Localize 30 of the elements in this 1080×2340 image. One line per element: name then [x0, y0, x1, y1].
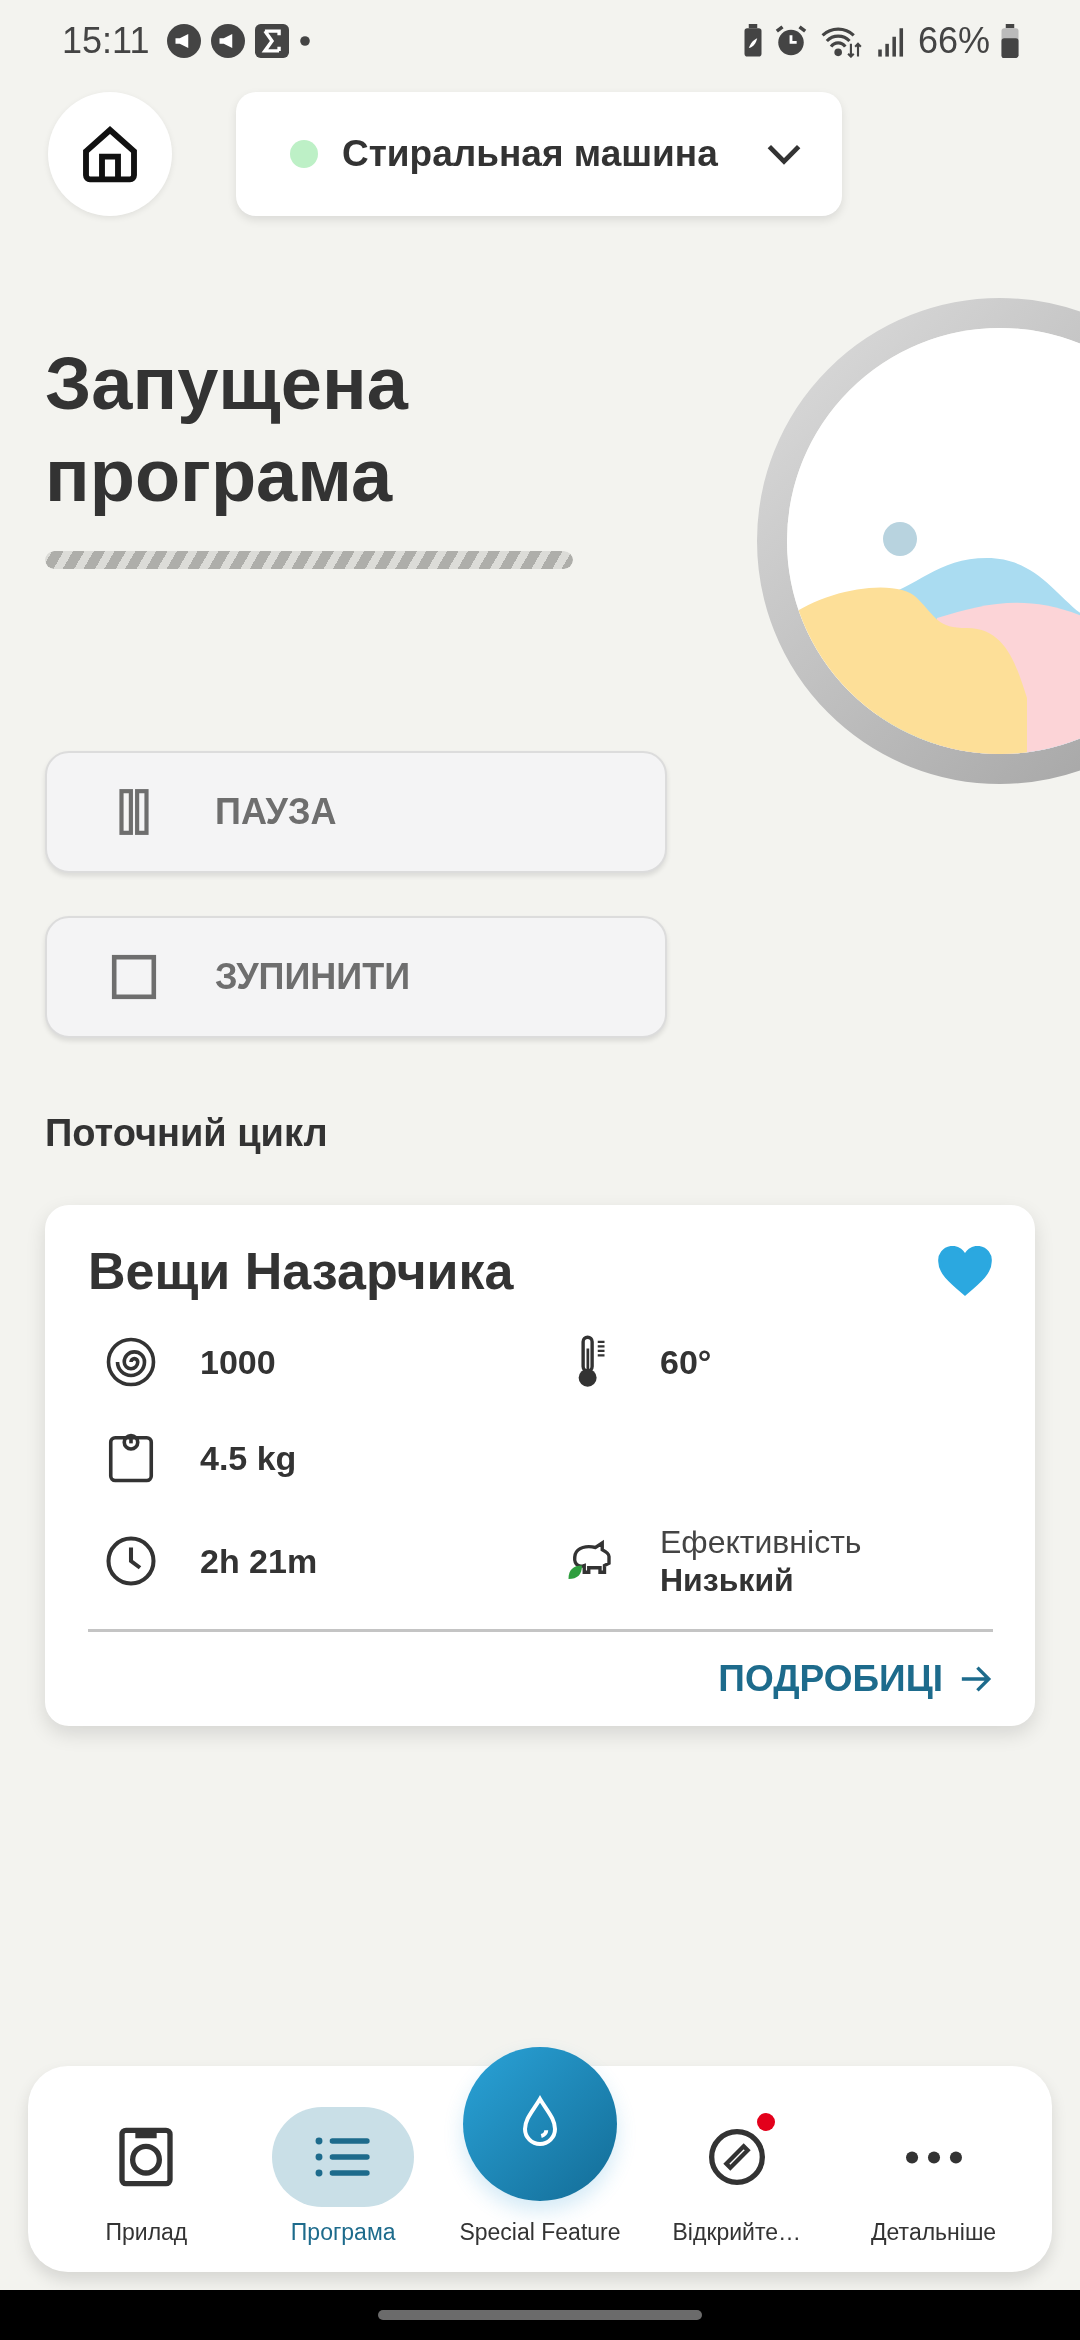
spec-value: 4.5 kg: [200, 1438, 297, 1478]
battery-icon: [1000, 24, 1020, 58]
program-status-title: Запущена програма: [45, 341, 410, 519]
section-title: Поточний цикл: [45, 1112, 329, 1155]
spec-value: Низький: [660, 1561, 795, 1599]
clock-icon: [104, 1534, 158, 1588]
nav-tab[interactable]: Детальніше: [843, 2107, 1024, 2246]
sigma-app-icon: [255, 24, 290, 58]
nav-tab[interactable]: Прилад: [56, 2107, 237, 2246]
details-link[interactable]: ПОДРОБИЦІ: [718, 1658, 993, 1700]
spiral-icon: [104, 1335, 158, 1389]
alarm-icon: [773, 24, 808, 58]
status-time: 15:11: [62, 20, 150, 62]
cycle-name: Вещи Назарчика: [88, 1241, 514, 1301]
battery-percent: 66%: [917, 20, 990, 62]
stop-button[interactable]: ЗУПИНИТИ: [45, 916, 667, 1038]
stop-icon: [109, 952, 159, 1002]
spec-value: 60°: [660, 1342, 712, 1382]
spec-value: 2h 21m: [200, 1541, 318, 1581]
megaphone-icon: [167, 24, 202, 58]
spec-label: Ефективність: [660, 1523, 862, 1561]
megaphone-icon: [211, 24, 246, 58]
notification-dot-icon: [299, 35, 312, 47]
spec-value: 1000: [200, 1342, 276, 1382]
device-selector[interactable]: Стиральная машина: [236, 92, 842, 216]
gesture-handle[interactable]: [378, 2310, 702, 2320]
heart-icon[interactable]: [937, 1246, 993, 1296]
nav-tab[interactable]: Відкрийте…: [646, 2107, 827, 2246]
more-icon: [905, 2150, 962, 2164]
pause-button[interactable]: ПАУЗА: [45, 751, 667, 873]
